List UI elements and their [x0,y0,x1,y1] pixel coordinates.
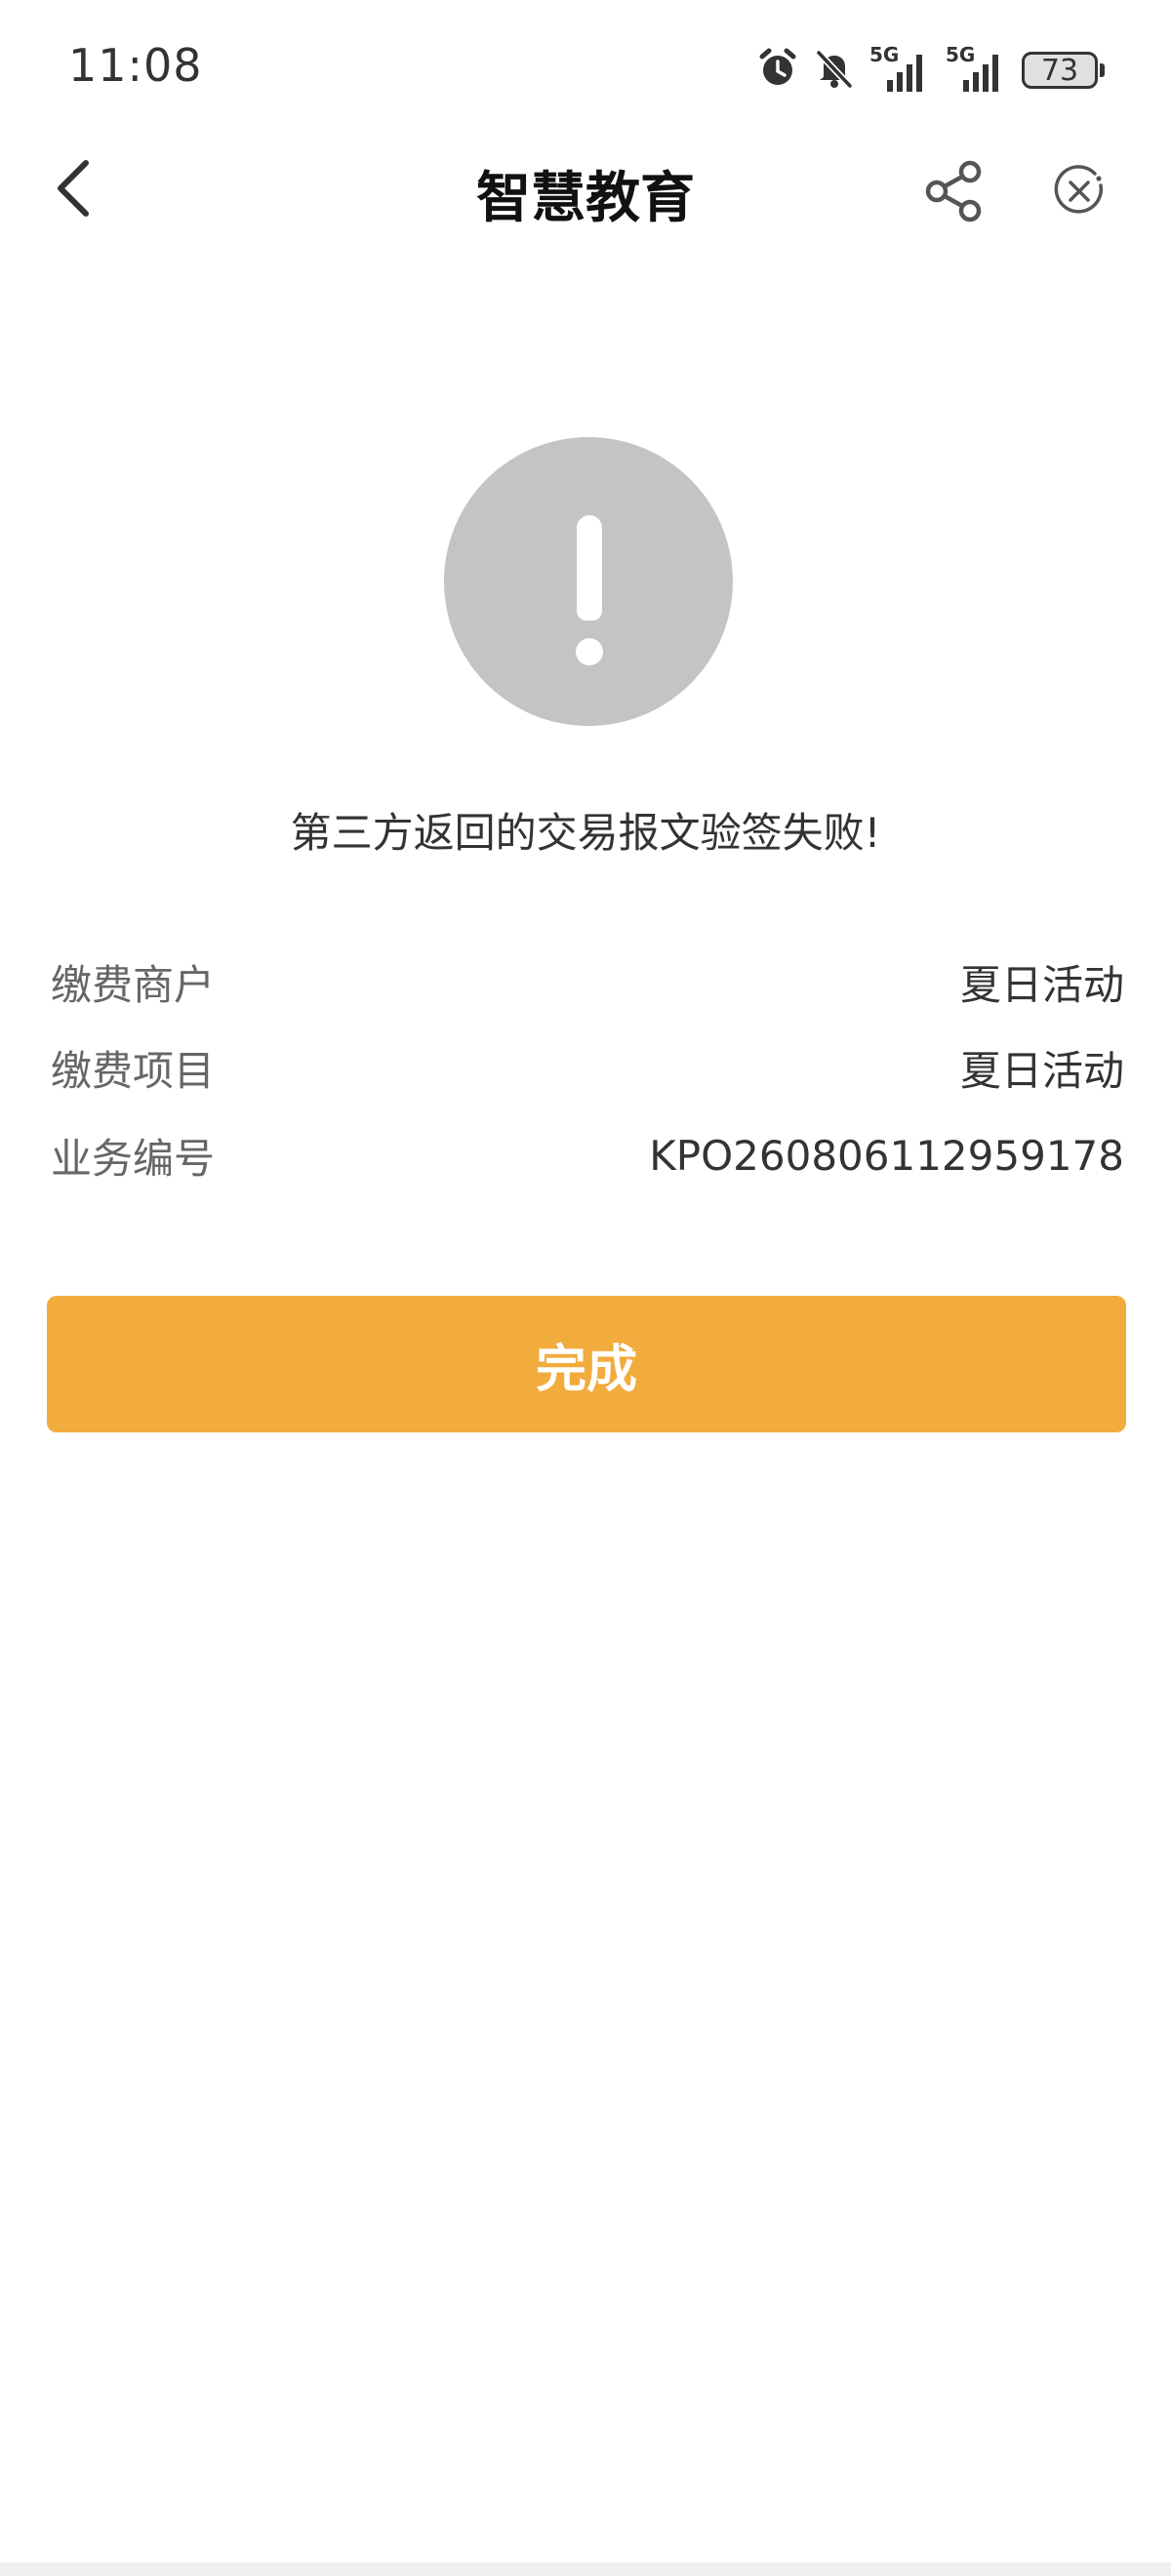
nav-bar: 智慧教育 [0,137,1171,244]
detail-label: 缴费项目 [51,1046,216,1095]
status-time: 11:08 [68,39,203,92]
detail-label: 业务编号 [51,1134,216,1183]
result-message: 第三方返回的交易报文验签失败! [290,809,881,857]
detail-value: KPO260806112959178 [649,1131,1124,1180]
detail-label: 缴费商户 [51,960,216,1009]
bottom-divider [0,2562,1171,2576]
signal-sim1-icon: 5G [869,43,932,94]
alarm-icon [756,47,799,94]
page-title: 智慧教育 [476,167,695,230]
exclamation-icon [444,437,733,726]
mute-bell-icon [813,47,856,94]
battery-level: 73 [1022,52,1098,89]
signal-sim2-icon: 5G [946,43,1008,94]
detail-value: 夏日活动 [959,1046,1124,1095]
status-icons: 5G 5G 73 [756,43,1105,96]
close-button[interactable] [1040,154,1118,232]
share-icon [921,158,988,228]
close-circle-icon [1052,164,1107,222]
status-bar: 11:08 5G 5G 73 [0,0,1171,137]
detail-row-item: 缴费项目 夏日活动 [51,1038,1124,1097]
detail-row-business-no: 业务编号 KPO260806112959178 [51,1126,1124,1185]
detail-row-merchant: 缴费商户 夏日活动 [51,952,1124,1011]
share-button[interactable] [915,154,993,232]
done-button[interactable]: 完成 [47,1296,1126,1432]
detail-value: 夏日活动 [959,960,1124,1009]
battery-icon: 73 [1022,52,1105,89]
